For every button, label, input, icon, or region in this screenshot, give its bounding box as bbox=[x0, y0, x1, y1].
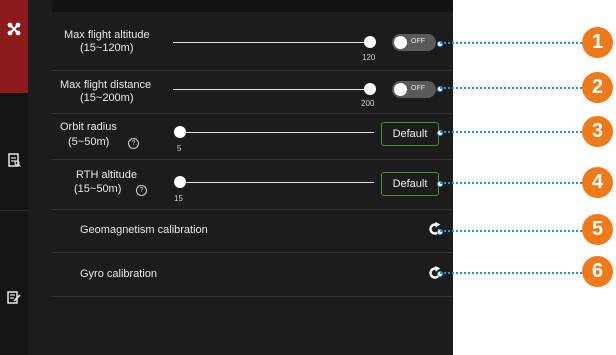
max-distance-value: 200 bbox=[361, 99, 375, 108]
orbit-radius-slider-thumb[interactable] bbox=[174, 126, 186, 138]
callout-3-leader bbox=[440, 131, 582, 133]
max-distance-toggle[interactable]: OFF bbox=[392, 81, 436, 98]
max-distance-slider-thumb[interactable] bbox=[364, 83, 376, 95]
document-icon bbox=[7, 153, 21, 167]
row-divider bbox=[52, 296, 453, 297]
callout-badge-2: 2 bbox=[582, 72, 613, 103]
sidebar-divider bbox=[0, 210, 28, 211]
orbit-radius-range: (5~50m) bbox=[68, 136, 110, 148]
callout-6-leader bbox=[440, 272, 582, 274]
rth-altitude-label: RTH altitude bbox=[76, 169, 137, 181]
max-altitude-label: Max flight altitude bbox=[64, 29, 150, 41]
callout-5-leader bbox=[440, 230, 582, 232]
orbit-radius-slider-track[interactable] bbox=[178, 132, 374, 133]
callout-badge-6: 6 bbox=[582, 256, 613, 287]
max-altitude-value: 120 bbox=[362, 53, 376, 62]
row-divider bbox=[52, 252, 453, 253]
sidebar-tab-aircraft[interactable] bbox=[0, 0, 28, 93]
callout-badge-5: 5 bbox=[582, 214, 613, 245]
edit-document-icon bbox=[7, 291, 21, 304]
toggle-knob bbox=[394, 83, 407, 96]
settings-panel: Max flight altitude (15~120m) 120 OFF Ma… bbox=[0, 0, 453, 355]
top-strip bbox=[52, 0, 453, 12]
callout-badge-1: 1 bbox=[582, 27, 613, 58]
orbit-radius-help-icon[interactable]: ? bbox=[128, 138, 139, 149]
max-distance-range: (15~200m) bbox=[80, 92, 134, 104]
orbit-radius-default-button[interactable]: Default bbox=[381, 122, 439, 146]
max-altitude-toggle[interactable]: OFF bbox=[392, 34, 436, 51]
toggle-label: OFF bbox=[411, 38, 425, 45]
max-altitude-slider-track[interactable] bbox=[173, 42, 369, 43]
rth-altitude-help-icon[interactable]: ? bbox=[136, 185, 147, 196]
row-divider bbox=[52, 113, 453, 114]
max-altitude-range: (15~120m) bbox=[80, 42, 134, 54]
settings-list: Max flight altitude (15~120m) 120 OFF Ma… bbox=[28, 0, 453, 355]
rth-altitude-default-button[interactable]: Default bbox=[381, 172, 439, 196]
row-divider bbox=[52, 159, 453, 160]
max-distance-label: Max flight distance bbox=[60, 79, 152, 91]
callout-2-leader bbox=[440, 87, 582, 89]
callout-4-leader bbox=[440, 182, 582, 184]
row-divider bbox=[52, 209, 453, 210]
row-divider bbox=[52, 70, 453, 71]
geomagnetism-calibration-label: Geomagnetism calibration bbox=[80, 224, 208, 236]
rth-altitude-range: (15~50m) bbox=[74, 183, 122, 195]
sidebar-tab-notes[interactable] bbox=[0, 272, 28, 322]
rth-altitude-slider-thumb[interactable] bbox=[174, 176, 186, 188]
drone-icon bbox=[7, 22, 21, 35]
max-altitude-slider-thumb[interactable] bbox=[364, 36, 376, 48]
orbit-radius-label: Orbit radius bbox=[60, 121, 117, 133]
callout-badge-3: 3 bbox=[582, 116, 613, 147]
orbit-radius-value: 5 bbox=[177, 144, 182, 153]
rth-altitude-value: 15 bbox=[174, 194, 183, 203]
sidebar-tab-log[interactable] bbox=[0, 140, 28, 180]
toggle-knob bbox=[394, 36, 407, 49]
sidebar bbox=[0, 0, 28, 355]
gyro-calibration-label: Gyro calibration bbox=[80, 268, 158, 280]
callout-badge-4: 4 bbox=[582, 167, 613, 198]
callout-1-leader bbox=[440, 42, 582, 44]
rth-altitude-slider-track[interactable] bbox=[178, 182, 374, 183]
toggle-label: OFF bbox=[411, 85, 425, 92]
max-distance-slider-track[interactable] bbox=[173, 89, 369, 90]
